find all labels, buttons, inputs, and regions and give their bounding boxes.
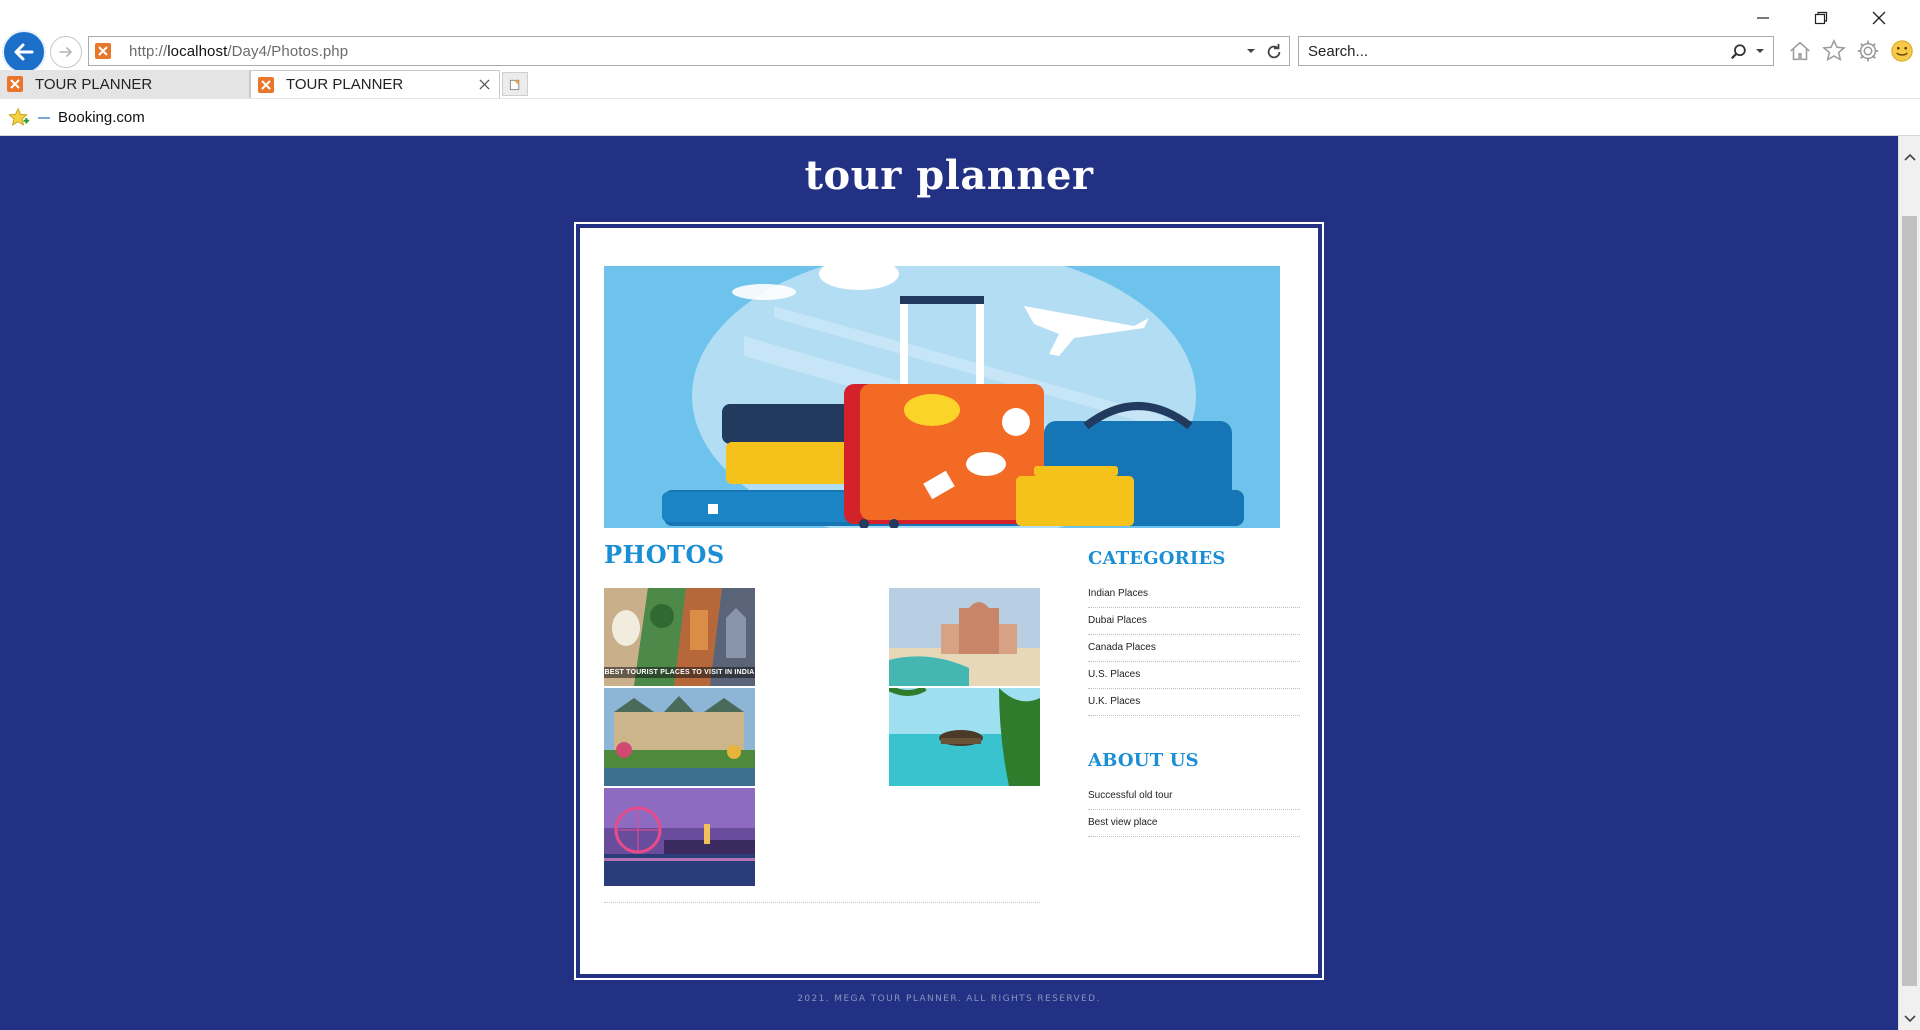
- browser-chrome: http://localhost/Day4/Photos.php Search.…: [0, 0, 1920, 136]
- canada-building-image: [604, 688, 755, 786]
- feedback-smiley-icon[interactable]: [1888, 37, 1916, 65]
- favorite-link-booking[interactable]: Booking.com: [38, 109, 145, 126]
- tab-tour-planner-inactive[interactable]: TOUR PLANNER: [0, 70, 250, 98]
- toolbar-icons: [1786, 37, 1916, 65]
- photo-canada[interactable]: [604, 688, 755, 786]
- scroll-down-icon[interactable]: [1901, 1010, 1919, 1028]
- photos-heading: PHOTOS: [604, 540, 725, 569]
- new-tab-button[interactable]: [502, 72, 528, 96]
- photo-maldives[interactable]: [889, 688, 1040, 786]
- content-card-inner: PHOTOS BEST TOURIST PLACES TO VISIT IN I…: [580, 228, 1318, 974]
- category-link-uk[interactable]: U.K. Places: [1088, 689, 1300, 716]
- search-box: [1298, 36, 1774, 66]
- back-arrow-icon: [14, 43, 34, 61]
- search-input[interactable]: [1299, 42, 1699, 60]
- category-link-indian[interactable]: Indian Places: [1088, 581, 1300, 608]
- page-viewport: tour planner PHOTOS BEST TOURIST PLACES …: [0, 136, 1898, 1030]
- tab-close-icon[interactable]: [477, 77, 491, 91]
- scrollbar-thumb[interactable]: [1902, 216, 1917, 986]
- photo-dubai[interactable]: [889, 588, 1040, 686]
- photo-india[interactable]: BEST TOURIST PLACES TO VISIT IN INDIA: [604, 588, 755, 686]
- tab-label: TOUR PLANNER: [286, 76, 404, 93]
- site-title: tour planner: [804, 152, 1094, 199]
- about-link-successful-tour[interactable]: Successful old tour: [1088, 783, 1300, 810]
- about-link-best-view[interactable]: Best view place: [1088, 810, 1300, 837]
- luggage-illustration: [604, 266, 1280, 528]
- favorites-star-icon[interactable]: [1820, 37, 1848, 65]
- search-icon[interactable]: [1729, 42, 1749, 62]
- photo-caption: BEST TOURIST PLACES TO VISIT IN INDIA: [604, 667, 755, 678]
- favorite-label: Booking.com: [58, 109, 145, 126]
- categories-heading: CATEGORIES: [1088, 548, 1226, 569]
- dubai-resort-image: [889, 588, 1040, 686]
- minimize-icon: [1757, 17, 1769, 19]
- refresh-icon[interactable]: [1263, 41, 1285, 63]
- london-eye-image: [604, 788, 755, 886]
- add-favorite-star-icon[interactable]: [6, 105, 32, 131]
- forward-button[interactable]: [50, 36, 82, 68]
- xampp-tab-icon: [7, 76, 23, 92]
- footer-copyright: 2021. MEGA TOUR PLANNER. ALL RIGHTS RESE…: [797, 994, 1101, 1004]
- address-bar[interactable]: http://localhost/Day4/Photos.php: [88, 36, 1290, 66]
- url-text[interactable]: http://localhost/Day4/Photos.php: [129, 43, 348, 60]
- page-scrollbar[interactable]: [1898, 136, 1920, 1030]
- about-us-heading: ABOUT US: [1088, 750, 1199, 771]
- xampp-site-icon: [95, 43, 111, 59]
- category-link-canada[interactable]: Canada Places: [1088, 635, 1300, 662]
- new-tab-icon: [509, 78, 520, 90]
- maldives-beach-image: [889, 688, 1040, 786]
- categories-list: Indian Places Dubai Places Canada Places…: [1088, 581, 1300, 716]
- favorites-bar: Booking.com: [0, 98, 1920, 136]
- forward-arrow-icon: [59, 47, 72, 57]
- back-button[interactable]: [2, 30, 46, 74]
- category-link-us[interactable]: U.S. Places: [1088, 662, 1300, 689]
- xampp-tab-icon: [258, 76, 274, 93]
- restore-icon: [1814, 11, 1828, 25]
- home-icon[interactable]: [1786, 37, 1814, 65]
- search-dropdown-icon[interactable]: [1753, 44, 1767, 58]
- photos-divider: [604, 902, 1040, 903]
- about-us-list: Successful old tour Best view place: [1088, 783, 1300, 837]
- scroll-up-icon[interactable]: [1901, 148, 1919, 166]
- sidebar: CATEGORIES Indian Places Dubai Places Ca…: [1088, 548, 1300, 837]
- close-icon: [1872, 11, 1886, 25]
- category-link-dubai[interactable]: Dubai Places: [1088, 608, 1300, 635]
- settings-gear-icon[interactable]: [1854, 37, 1882, 65]
- booking-favicon: [38, 116, 50, 119]
- navigation-bar: http://localhost/Day4/Photos.php: [0, 28, 1920, 74]
- tab-tour-planner-active[interactable]: TOUR PLANNER: [250, 70, 500, 98]
- address-dropdown-icon[interactable]: [1243, 43, 1259, 59]
- hero-luggage-banner: [604, 266, 1280, 528]
- tab-label: TOUR PLANNER: [35, 75, 153, 93]
- tab-strip: TOUR PLANNER TOUR PLANNER: [0, 70, 1920, 98]
- content-card: PHOTOS BEST TOURIST PLACES TO VISIT IN I…: [574, 222, 1324, 980]
- photo-london[interactable]: [604, 788, 755, 886]
